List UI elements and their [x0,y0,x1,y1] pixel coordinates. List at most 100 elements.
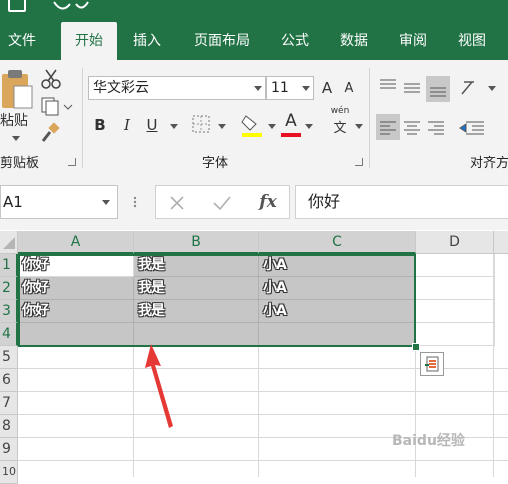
column-header-c[interactable]: C [259,231,416,254]
tab-home[interactable]: 开始 [61,22,117,60]
copy-icon[interactable] [40,96,74,116]
fill-handle[interactable] [412,343,420,351]
font-size-dropdown-icon[interactable] [302,86,310,91]
tab-formulas[interactable]: 公式 [281,22,309,60]
red-arrow-annotation [145,344,173,428]
cell-d4[interactable] [416,323,494,346]
cell-text: 我是 [138,303,165,319]
formula-input[interactable]: 你好 [295,185,508,219]
cut-icon[interactable] [40,68,62,90]
tab-review[interactable]: 审阅 [399,22,427,60]
grow-font-button[interactable]: A [320,77,334,99]
select-all-corner[interactable] [0,231,18,254]
watermark: Baidu经验 [392,433,465,449]
font-name-select[interactable]: 华文彩云 [88,76,266,100]
font-name-dropdown-icon[interactable] [254,86,262,91]
cell-d3[interactable] [416,300,494,323]
italic-button[interactable]: I [119,114,135,136]
cell-a4[interactable] [18,323,134,346]
undo-icon[interactable] [52,0,92,12]
cancel-icon[interactable] [168,194,186,212]
insert-function-button[interactable]: fx [256,191,280,213]
border-icon[interactable] [191,114,211,134]
column-header-d[interactable]: D [416,231,494,254]
shrink-font-button[interactable]: A [342,78,356,100]
phonetic-dropdown-icon[interactable] [355,124,363,129]
underline-button[interactable]: U [144,114,160,136]
border-dropdown-icon[interactable] [218,124,226,129]
save-icon[interactable] [8,0,26,12]
cell-a3[interactable]: 你好 [18,300,134,323]
tab-data[interactable]: 数据 [340,22,368,60]
column-header-e[interactable] [494,231,508,254]
cell-b1[interactable]: 我是 [134,254,259,277]
cell-c3[interactable]: 小A [259,300,416,323]
cell-c2[interactable]: 小A [259,277,416,300]
font-launcher-icon[interactable] [355,158,363,166]
horizontal-align-icons[interactable] [376,114,508,140]
font-group-label: 字体 [202,156,229,171]
format-painter-icon[interactable] [40,122,62,144]
tab-file[interactable]: 文件 [8,22,36,60]
cell-c1[interactable]: 小A [259,254,416,277]
enter-icon[interactable] [212,194,232,212]
name-box[interactable]: A1 [0,185,118,219]
cell-a2[interactable]: 你好 [18,277,134,300]
orientation-dropdown-icon[interactable] [488,86,496,91]
underline-dropdown-icon[interactable] [170,124,178,129]
quick-analysis-button[interactable] [420,352,444,376]
cell-text: 小A [263,257,287,273]
alignment-group-label: 对齐方 [470,156,508,171]
fill-color-icon[interactable] [240,112,264,138]
row-header-1[interactable]: 1 [0,254,18,277]
ribbon: 粘贴 剪贴板 华文彩云 11 A A B I U A wén 文 字体 对齐方 [0,60,508,175]
column-gridline [494,254,495,346]
paste-button[interactable]: 粘贴 [0,110,28,132]
quick-analysis-icon [425,356,439,372]
row-header-5[interactable]: 5 [0,346,18,369]
cell-text: 小A [263,280,287,296]
row-header-8[interactable]: 8 [0,415,18,438]
tab-page-layout[interactable]: 页面布局 [194,22,250,60]
font-color-dropdown-icon[interactable] [305,124,313,129]
row-header-9[interactable]: 9 [0,438,18,461]
name-box-dropdown-icon[interactable] [102,200,110,205]
row-header-4[interactable]: 4 [0,323,18,346]
tab-view[interactable]: 视图 [458,22,486,60]
vertical-align-icons[interactable] [376,76,486,102]
column-header-a[interactable]: A [18,231,134,254]
title-bar [0,0,508,22]
group-separator [369,68,370,168]
tab-insert[interactable]: 插入 [133,22,161,60]
row-header-2[interactable]: 2 [0,277,18,300]
row-header-6[interactable]: 6 [0,369,18,392]
bold-button[interactable]: B [92,114,108,136]
ribbon-tabs: 文件 开始 插入 页面布局 公式 数据 审阅 视图 [0,22,508,60]
cell-b2[interactable]: 我是 [134,277,259,300]
cell-text: 小A [263,303,287,319]
paste-icon[interactable] [0,68,34,112]
cell-text: 我是 [138,257,165,273]
cell-a1[interactable]: 你好 [18,254,134,277]
font-color-button[interactable]: A [282,110,300,132]
cell-d2[interactable] [416,277,494,300]
phonetic-guide-label[interactable]: wén [330,106,350,116]
fill-color-dropdown-icon[interactable] [268,124,276,129]
cell-text: 你好 [22,257,49,273]
row-header-7[interactable]: 7 [0,392,18,415]
row-header-10[interactable]: 10 [0,461,18,484]
column-header-b[interactable]: B [134,231,259,254]
phonetic-guide-button[interactable]: 文 [330,118,350,140]
clipboard-group-label: 剪贴板 [0,156,40,171]
cell-b3[interactable]: 我是 [134,300,259,323]
paste-dropdown-icon[interactable] [12,136,20,141]
row-header-3[interactable]: 3 [0,300,18,323]
cell-text: 你好 [22,303,49,319]
group-separator [82,68,83,168]
formula-buttons: fx [155,185,290,219]
formula-bar-dots-icon [133,196,137,208]
cell-d1[interactable] [416,254,494,277]
cell-text: 我是 [138,280,165,296]
clipboard-launcher-icon[interactable] [68,158,76,166]
cell-c4[interactable] [259,323,416,346]
